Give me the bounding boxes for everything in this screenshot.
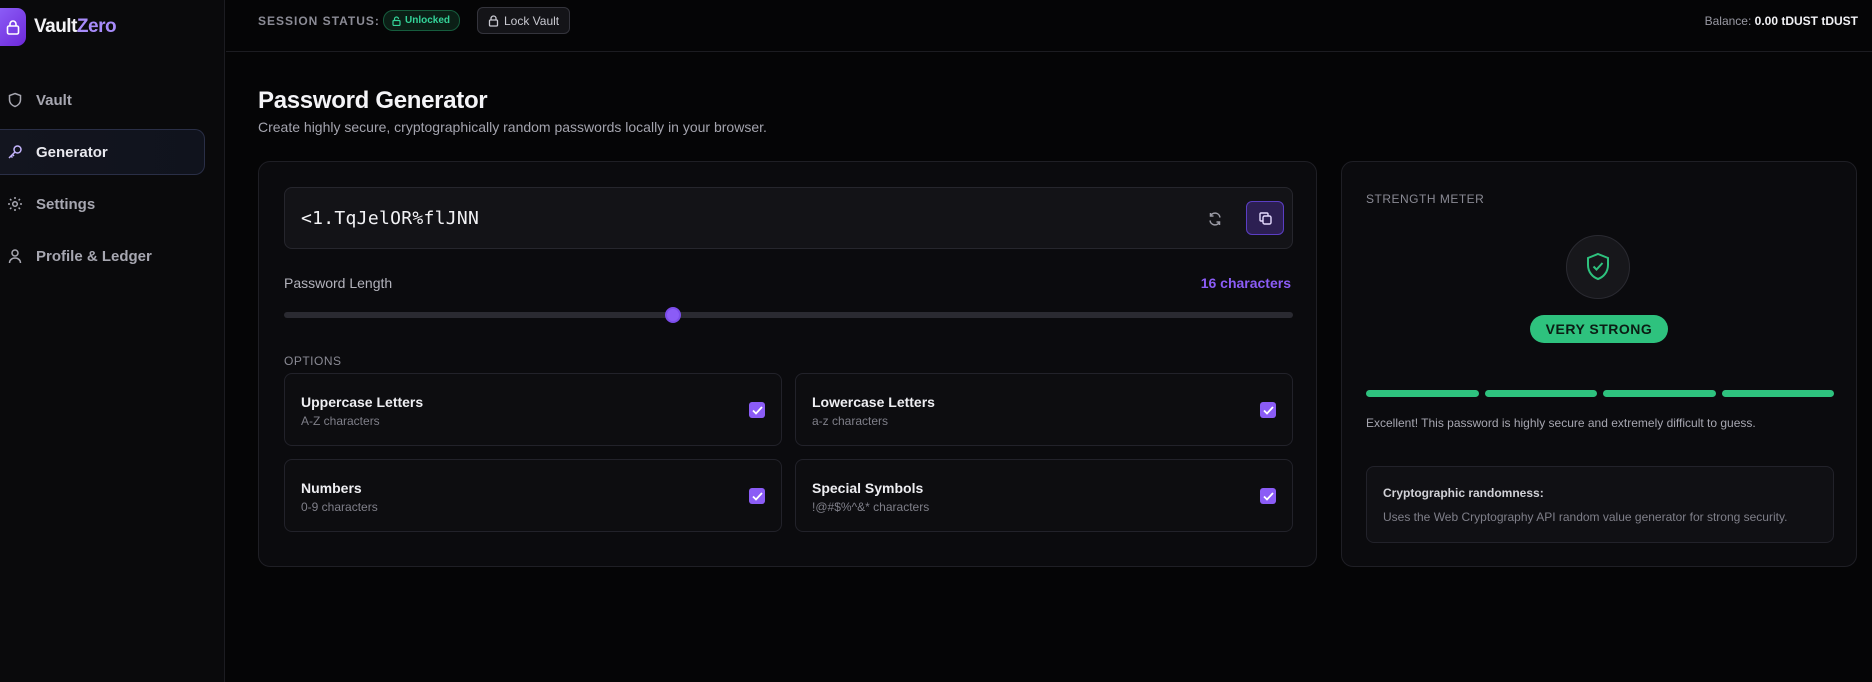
option-uppercase[interactable]: Uppercase Letters A-Z characters — [284, 373, 782, 446]
lock-vault-button[interactable]: Lock Vault — [477, 7, 571, 34]
generator-card: <1.TqJelOR%flJNN Password Length 16 char… — [258, 161, 1317, 567]
uppercase-checkbox[interactable] — [749, 402, 765, 418]
strength-segment — [1721, 390, 1834, 397]
brand-name-part1: Vault — [34, 16, 77, 37]
length-slider[interactable] — [284, 307, 1293, 323]
option-numbers[interactable]: Numbers 0-9 characters — [284, 459, 782, 532]
length-slider-thumb[interactable] — [665, 307, 682, 323]
options-label: OPTIONS — [284, 354, 342, 368]
lowercase-checkbox[interactable] — [1260, 402, 1276, 418]
option-subtitle: A-Z characters — [301, 414, 380, 428]
crypto-info-description: Uses the Web Cryptography API random val… — [1383, 510, 1788, 524]
balance-label: Balance: — [1704, 14, 1752, 28]
option-title: Lowercase Letters — [812, 394, 935, 410]
sidebar: VaultZero Vault Generator Settings Profi… — [0, 0, 225, 682]
status-badge: Unlocked — [383, 10, 461, 31]
copy-icon — [1258, 211, 1272, 225]
crypto-info-box: Cryptographic randomness: Uses the Web C… — [1366, 466, 1834, 543]
brand-name: VaultZero — [34, 16, 117, 38]
option-title: Uppercase Letters — [301, 394, 424, 410]
strength-segment — [1603, 390, 1716, 397]
sidebar-item-profile-ledger[interactable]: Profile & Ledger — [0, 233, 205, 279]
strength-badge: VERY STRONG — [1530, 315, 1668, 343]
password-length-label: Password Length — [284, 275, 393, 291]
strength-segment — [1484, 390, 1597, 397]
password-length-value: 16 characters — [1200, 275, 1291, 291]
sidebar-item-settings[interactable]: Settings — [0, 181, 205, 227]
strength-card: STRENGTH METER VERY STRONG Excellent! Th… — [1341, 161, 1857, 567]
copy-button[interactable] — [1246, 201, 1284, 235]
user-icon — [7, 248, 23, 264]
check-icon — [1262, 491, 1274, 501]
sidebar-item-label: Profile & Ledger — [36, 247, 152, 265]
option-subtitle: !@#$%^&* characters — [812, 500, 930, 514]
key-icon — [7, 144, 23, 160]
sidebar-item-label: Settings — [36, 195, 96, 213]
option-lowercase[interactable]: Lowercase Letters a-z characters — [795, 373, 1293, 446]
lock-icon — [488, 14, 499, 27]
check-icon — [751, 405, 763, 415]
option-subtitle: a-z characters — [812, 414, 889, 428]
regenerate-button[interactable] — [1202, 206, 1228, 232]
option-title: Special Symbols — [812, 480, 924, 496]
shield-icon — [7, 92, 23, 108]
password-output[interactable]: <1.TqJelOR%flJNN — [284, 187, 1293, 249]
balance-value: 0.00 tDUST tDUST — [1754, 14, 1858, 28]
balance: Balance: 0.00 tDUST tDUST — [1705, 14, 1858, 28]
crypto-info-title: Cryptographic randomness: — [1383, 486, 1544, 500]
page-subtitle: Create highly secure, cryptographically … — [258, 119, 767, 135]
option-special-symbols[interactable]: Special Symbols !@#$%^&* characters — [795, 459, 1293, 532]
check-icon — [1262, 405, 1274, 415]
shield-check-icon — [1566, 235, 1630, 299]
password-text[interactable]: <1.TqJelOR%flJNN — [301, 208, 479, 229]
check-icon — [751, 491, 763, 501]
status-badge-text: Unlocked — [405, 15, 451, 26]
sidebar-item-label: Generator — [36, 143, 108, 161]
strength-segment — [1366, 390, 1479, 397]
brand[interactable]: VaultZero — [0, 8, 117, 46]
lock-logo-icon — [0, 8, 26, 46]
strength-bars — [1366, 390, 1834, 398]
sidebar-item-vault[interactable]: Vault — [0, 77, 205, 123]
special-symbols-checkbox[interactable] — [1260, 488, 1276, 504]
lock-vault-label: Lock Vault — [504, 13, 560, 28]
option-subtitle: 0-9 characters — [301, 500, 378, 514]
numbers-checkbox[interactable] — [749, 488, 765, 504]
gear-icon — [7, 196, 23, 212]
brand-name-part2: Zero — [76, 16, 117, 37]
refresh-icon — [1209, 212, 1221, 226]
session-status-label: SESSION STATUS: — [258, 14, 380, 28]
top-bar: SESSION STATUS: Unlocked Lock Vault Bala… — [226, 0, 1872, 52]
strength-message: Excellent! This password is highly secur… — [1366, 416, 1756, 430]
sidebar-item-label: Vault — [36, 91, 72, 109]
page-title: Password Generator — [258, 87, 488, 114]
strength-meter-label: STRENGTH METER — [1366, 192, 1485, 206]
unlock-icon — [392, 15, 401, 26]
sidebar-item-generator[interactable]: Generator — [0, 129, 205, 175]
option-title: Numbers — [301, 480, 362, 496]
